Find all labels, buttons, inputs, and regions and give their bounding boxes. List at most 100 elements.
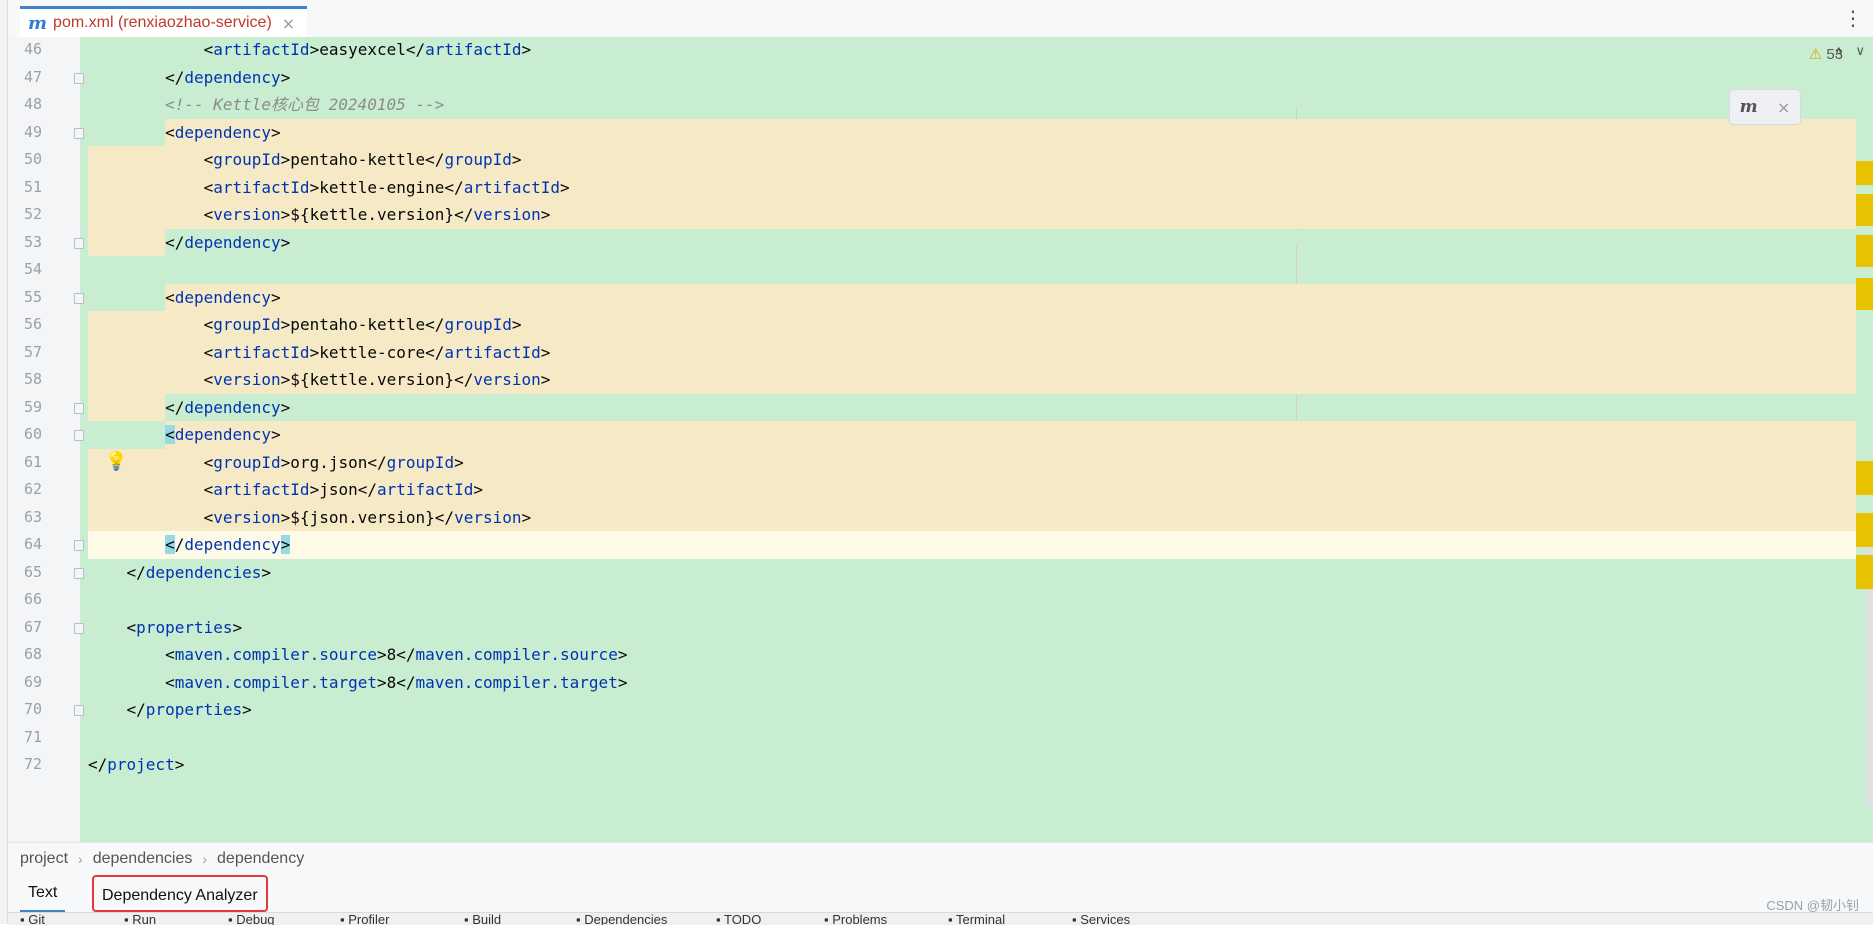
code-text: <version>${json.version}</version> bbox=[88, 507, 532, 527]
tool-window-todo[interactable]: ▪ TODO bbox=[716, 913, 761, 925]
fold-marker-icon[interactable] bbox=[74, 567, 84, 579]
tool-window-profiler[interactable]: ▪ Profiler bbox=[340, 913, 389, 925]
line-number: 63 bbox=[23, 507, 42, 526]
tool-window-terminal[interactable]: ▪ Terminal bbox=[948, 913, 1005, 925]
code-line[interactable]: 65 </dependencies> bbox=[8, 559, 1873, 587]
code-line[interactable]: 56 <groupId>pentaho-kettle</groupId> bbox=[8, 311, 1873, 339]
error-stripe-mark[interactable] bbox=[1856, 235, 1873, 267]
code-line[interactable]: 68 <maven.compiler.source>8</maven.compi… bbox=[8, 641, 1873, 669]
code-line[interactable]: 59 </dependency> bbox=[8, 393, 1873, 421]
fold-marker-icon[interactable] bbox=[74, 705, 84, 716]
code-line[interactable]: 55 <dependency> bbox=[8, 283, 1873, 311]
close-icon[interactable]: × bbox=[282, 14, 295, 33]
code-text: <maven.compiler.target>8</maven.compiler… bbox=[88, 672, 628, 692]
maven-reload-icon[interactable]: m bbox=[1740, 97, 1758, 117]
modified-line-highlight bbox=[165, 283, 1856, 311]
code-line[interactable]: 61 <groupId>org.json</groupId> bbox=[8, 448, 1873, 476]
code-editor[interactable]: 46 <artifactId>easyexcel</artifactId> 47 … bbox=[8, 37, 1873, 842]
line-number: 47 bbox=[23, 67, 42, 86]
tool-window-run[interactable]: ▪ Run bbox=[124, 913, 156, 925]
error-stripe-mark[interactable] bbox=[1856, 161, 1873, 185]
code-text: </dependency> bbox=[88, 397, 291, 417]
fold-marker-icon[interactable] bbox=[74, 622, 84, 634]
left-tool-strip bbox=[0, 0, 8, 924]
tool-window-build[interactable]: ▪ Build bbox=[464, 913, 501, 925]
line-number: 46 bbox=[23, 40, 42, 58]
line-number: 62 bbox=[23, 480, 42, 498]
tool-window-services[interactable]: ▪ Services bbox=[1072, 913, 1130, 925]
code-line[interactable]: 70 </properties> bbox=[8, 696, 1873, 724]
line-number: 54 bbox=[23, 260, 42, 278]
breadcrumb-item-dependency[interactable]: dependency bbox=[217, 850, 304, 868]
code-line[interactable]: 69 <maven.compiler.target>8</maven.compi… bbox=[8, 669, 1873, 697]
error-stripe-mark[interactable] bbox=[1856, 513, 1873, 547]
fold-marker-icon[interactable] bbox=[74, 127, 84, 139]
maven-file-icon: m bbox=[28, 12, 48, 34]
line-number: 48 bbox=[23, 95, 42, 113]
code-line[interactable]: 48 <!-- Kettle核心包 20240105 --> bbox=[8, 91, 1873, 119]
fold-marker-icon[interactable] bbox=[74, 292, 84, 304]
tab-text[interactable]: Text bbox=[20, 875, 66, 913]
modified-line-highlight bbox=[165, 421, 1856, 449]
line-number: 56 bbox=[23, 315, 42, 333]
line-number: 65 bbox=[23, 562, 42, 581]
code-line[interactable]: 58 <version>${kettle.version}</version> bbox=[8, 366, 1873, 394]
more-options-icon[interactable]: ⋮ bbox=[1843, 8, 1863, 28]
code-line[interactable]: 54 bbox=[8, 256, 1873, 284]
code-line[interactable]: 67 <properties> bbox=[8, 614, 1873, 642]
editor-tab-bar: m pom.xml (renxiaozhao-service) × ⋮ bbox=[8, 0, 1873, 38]
code-line[interactable]: 64 </dependency> bbox=[8, 531, 1873, 559]
line-number: 60 bbox=[23, 425, 42, 443]
breadcrumb-item-project[interactable]: project bbox=[20, 850, 68, 868]
chevron-down-icon[interactable]: ∨ bbox=[1855, 44, 1865, 59]
code-text: <groupId>pentaho-kettle</groupId> bbox=[88, 150, 522, 169]
line-number: 68 bbox=[23, 645, 42, 663]
code-line[interactable]: 66 bbox=[8, 586, 1873, 614]
fold-marker-icon[interactable] bbox=[74, 430, 84, 441]
tab-pom-xml[interactable]: m pom.xml (renxiaozhao-service) × bbox=[20, 6, 308, 37]
code-line[interactable]: 57 <artifactId>kettle-core</artifactId> bbox=[8, 338, 1873, 366]
code-line[interactable]: 52 <version>${kettle.version}</version> bbox=[8, 201, 1873, 229]
fold-marker-icon[interactable] bbox=[74, 540, 84, 551]
tool-window-debug[interactable]: ▪ Debug bbox=[228, 913, 275, 925]
line-number: 72 bbox=[23, 755, 42, 773]
tool-window-problems[interactable]: ▪ Problems bbox=[824, 913, 887, 925]
error-stripe-mark[interactable] bbox=[1856, 461, 1873, 495]
chevron-up-icon[interactable]: ∧ bbox=[1834, 44, 1844, 59]
code-text: <version>${kettle.version}</version> bbox=[88, 205, 551, 224]
lightbulb-icon[interactable]: 💡 bbox=[105, 451, 127, 472]
code-line[interactable]: 71 bbox=[8, 724, 1873, 752]
code-text: <groupId>org.json</groupId> bbox=[88, 452, 464, 472]
code-line[interactable]: 63 <version>${json.version}</version> bbox=[8, 503, 1873, 531]
close-icon[interactable]: × bbox=[1777, 98, 1790, 117]
code-line[interactable]: 50 <groupId>pentaho-kettle</groupId> bbox=[8, 146, 1873, 174]
error-stripe-mark[interactable] bbox=[1856, 194, 1873, 226]
code-line[interactable]: 49 <dependency> bbox=[8, 118, 1873, 146]
fold-marker-icon[interactable] bbox=[74, 72, 84, 84]
code-text: <artifactId>easyexcel</artifactId> bbox=[88, 40, 532, 59]
code-line[interactable]: 62 <artifactId>json</artifactId> bbox=[8, 476, 1873, 504]
code-line[interactable]: 60 <dependency> bbox=[8, 421, 1873, 449]
code-text: <!-- Kettle核心包 20240105 --> bbox=[88, 95, 445, 114]
code-text: <version>${kettle.version}</version> bbox=[88, 370, 551, 389]
code-line[interactable]: 47 </dependency> bbox=[8, 64, 1873, 92]
error-stripe-mark[interactable] bbox=[1856, 278, 1873, 310]
breadcrumb-item-dependencies[interactable]: dependencies bbox=[93, 850, 193, 868]
fold-marker-icon[interactable] bbox=[74, 237, 84, 249]
code-text: <artifactId>json</artifactId> bbox=[88, 480, 483, 499]
code-line[interactable]: 72 </project> bbox=[8, 751, 1873, 779]
modified-line-highlight bbox=[165, 118, 1856, 146]
line-number: 66 bbox=[23, 590, 42, 608]
fold-marker-icon[interactable] bbox=[74, 402, 84, 414]
code-line[interactable]: 51 <artifactId>kettle-engine</artifactId… bbox=[8, 173, 1873, 201]
tab-dependency-analyzer[interactable]: Dependency Analyzer bbox=[92, 875, 268, 912]
tool-window-git[interactable]: ▪ Git bbox=[20, 913, 45, 925]
code-line[interactable]: 46 <artifactId>easyexcel</artifactId> bbox=[8, 37, 1873, 64]
warning-icon: ⚠ bbox=[1808, 46, 1823, 63]
code-line[interactable]: 53 </dependency> bbox=[8, 228, 1873, 256]
tool-window-bar: ▪ Git ▪ Run ▪ Debug ▪ Profiler ▪ Build ▪ Depe… bbox=[8, 912, 1873, 925]
code-text: </dependency> bbox=[165, 535, 291, 554]
error-stripe-mark[interactable] bbox=[1856, 555, 1873, 589]
tool-window-dependencies[interactable]: ▪ Dependencies bbox=[576, 913, 667, 925]
code-text: <properties> bbox=[88, 617, 243, 637]
